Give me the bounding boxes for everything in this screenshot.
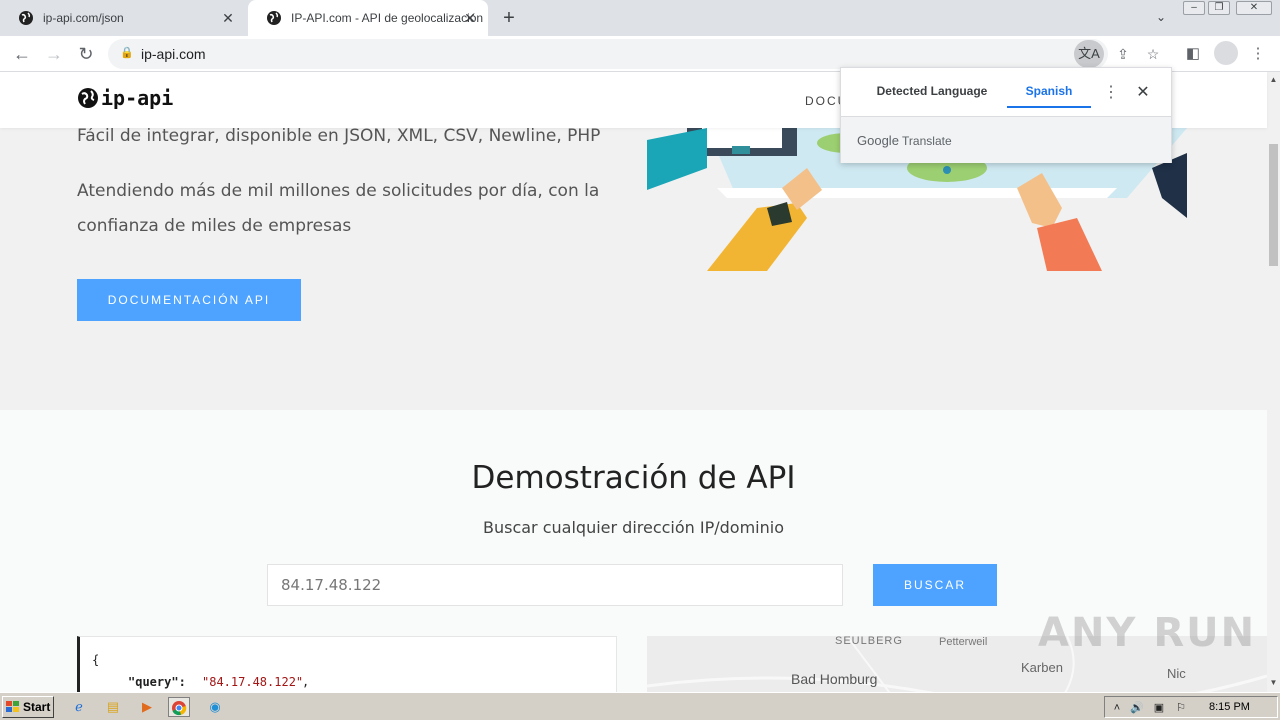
media-player-icon[interactable]: ▶ [136, 697, 158, 717]
close-tab-icon[interactable]: ✕ [462, 10, 478, 26]
hero-line-integration: Fácil de integrar, disponible en JSON, X… [77, 126, 601, 146]
tab-strip: ip-api.com/json ✕ IP-API.com - API de ge… [0, 0, 1280, 36]
close-tab-icon[interactable]: ✕ [220, 10, 236, 26]
json-open-brace: { [92, 653, 100, 667]
network-icon[interactable]: ▣ [1151, 700, 1167, 716]
ip-api-logo[interactable]: ip-api [77, 86, 173, 110]
minimize-window-icon[interactable]: – [1183, 1, 1205, 15]
tab-search-chevron-icon[interactable]: ⌄ [1152, 8, 1170, 26]
translate-popup: Detected Language Spanish ⋮ ✕ Google Tra… [840, 67, 1172, 163]
map-label: Nic [1167, 666, 1186, 681]
json-comma: , [302, 675, 310, 689]
scroll-down-icon[interactable]: ▼ [1267, 677, 1280, 689]
map-label: Bad Homburg [791, 671, 878, 687]
page-scrollbar[interactable]: ▲ ▼ [1267, 72, 1280, 692]
google-translate-brand: Google Translate [857, 133, 952, 148]
globe-icon [78, 88, 98, 108]
edge-icon[interactable]: ◉ [204, 697, 226, 717]
restore-window-icon[interactable]: ❐ [1208, 1, 1230, 15]
map-label: SEULBERG [835, 636, 903, 647]
demo-heading: Demostración de API [471, 460, 796, 496]
logo-text: ip-api [101, 86, 174, 110]
demo-subheading: Buscar cualquier dirección IP/dominio [483, 518, 784, 537]
close-icon[interactable]: ✕ [1131, 82, 1155, 104]
globe-icon [19, 11, 33, 25]
more-options-icon[interactable]: ⋮ [1099, 82, 1123, 104]
lock-icon: 🔒 [120, 47, 134, 59]
chrome-logo [172, 701, 187, 716]
folder-icon[interactable]: ▤ [102, 697, 124, 717]
close-window-icon[interactable]: ✕ [1236, 1, 1272, 15]
google-wordmark: Google [857, 133, 899, 148]
tab-spanish[interactable]: Spanish [1007, 68, 1091, 108]
start-label: Start [23, 700, 51, 714]
tab-ip-api-json[interactable]: ip-api.com/json ✕ [0, 0, 246, 36]
tab-detected-language[interactable]: Detected Language [857, 68, 1007, 108]
scrollbar-thumb[interactable] [1269, 144, 1278, 266]
map-label: Karben [1021, 660, 1063, 675]
system-tray: ˄ 🔊 ▣ ⚐ 8:15 PM [1104, 696, 1278, 718]
windows-flag-icon [6, 701, 19, 712]
reload-icon[interactable]: ↻ [74, 42, 98, 66]
share-icon[interactable]: ⇪ [1114, 45, 1132, 63]
translate-label: Translate [902, 134, 952, 148]
json-key-query: "query": [128, 675, 186, 689]
start-button[interactable]: Start [2, 696, 54, 718]
web-page: ip-api DOCU Fácil de integrar, disponibl… [0, 72, 1280, 692]
volume-icon[interactable]: 🔊 [1129, 700, 1145, 716]
address-bar[interactable]: 🔒 ip-api.com 文A ⇪ ☆ [108, 39, 1159, 69]
internet-explorer-icon[interactable]: ℯ [68, 697, 90, 717]
profile-avatar-icon[interactable] [1214, 41, 1238, 65]
action-center-flag-icon[interactable]: ⚐ [1173, 700, 1189, 716]
side-panel-icon[interactable]: ◧ [1181, 42, 1205, 66]
tab-title: IP-API.com - API de geolocalización [291, 11, 484, 25]
translate-icon[interactable]: 文A [1074, 40, 1104, 68]
tab-ip-api-geolocation[interactable]: IP-API.com - API de geolocalización ✕ [248, 0, 488, 36]
show-hidden-icons-icon[interactable]: ˄ [1109, 700, 1125, 716]
new-tab-button[interactable]: + [498, 7, 520, 29]
globe-icon [267, 11, 281, 25]
translate-footer: Google Translate [841, 116, 1171, 163]
search-button[interactable]: BUSCAR [873, 564, 997, 606]
ip-search-input[interactable]: 84.17.48.122 [267, 564, 843, 606]
json-value-query: "84.17.48.122" [202, 675, 304, 689]
bookmark-star-icon[interactable]: ☆ [1144, 45, 1162, 63]
scroll-up-icon[interactable]: ▲ [1267, 74, 1280, 86]
windows-taskbar: Start ℯ ▤ ▶ ◉ ˄ 🔊 ▣ ⚐ 8:15 PM [0, 692, 1280, 720]
anyrun-watermark: ANY RUN [1038, 610, 1257, 656]
hero-line-requests: Atendiendo más de mil millones de solici… [77, 181, 600, 236]
forward-arrow-icon[interactable]: → [42, 42, 66, 66]
menu-kebab-icon[interactable]: ⋮ [1246, 42, 1270, 66]
tab-title: ip-api.com/json [43, 11, 124, 25]
back-arrow-icon[interactable]: ← [10, 42, 34, 66]
map-label: Petterweil [939, 636, 988, 648]
url-text: ip-api.com [141, 46, 206, 62]
clock[interactable]: 8:15 PM [1209, 701, 1250, 713]
json-response-box: { "query": "84.17.48.122" , [77, 636, 617, 692]
chrome-icon[interactable] [168, 697, 190, 717]
api-documentation-button[interactable]: DOCUMENTACIÓN API [77, 279, 301, 321]
